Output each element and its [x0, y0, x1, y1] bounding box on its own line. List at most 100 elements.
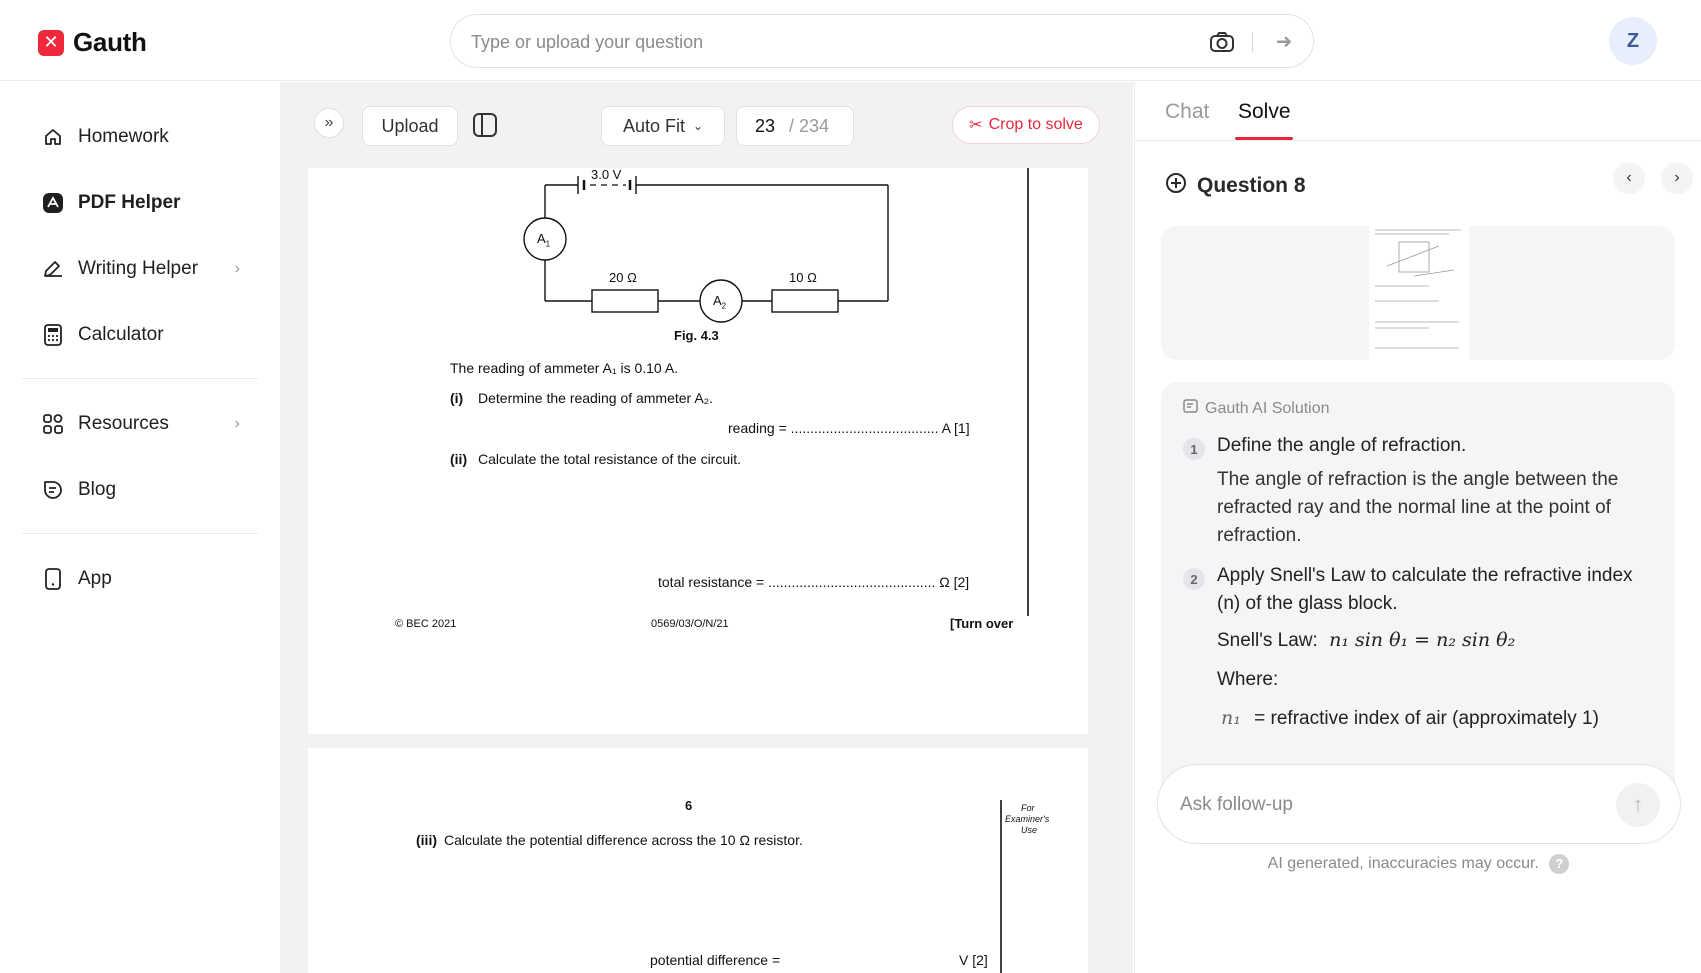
chevron-right-icon: ›: [234, 415, 240, 432]
examiner-label-1: For: [1021, 803, 1035, 813]
page-number-field[interactable]: 23 / 234: [736, 106, 854, 146]
crop-label: Crop to solve: [988, 116, 1083, 133]
voltage-label: 3.0 V: [591, 167, 622, 182]
question-ii-text: Calculate the total resistance of the ci…: [478, 451, 742, 467]
where-label: Where:: [1217, 669, 1279, 690]
step-number: 1: [1183, 438, 1205, 460]
prev-question-icon[interactable]: ‹: [1613, 162, 1645, 194]
step-title: Apply Snell's Law to calculate the refra…: [1217, 565, 1633, 614]
step-title: Define the angle of refraction.: [1217, 435, 1467, 456]
calculator-icon: [42, 324, 64, 346]
figure-label: Fig. 4.3: [674, 328, 719, 343]
question-thumbnail: [1369, 226, 1469, 360]
home-icon: [42, 126, 64, 148]
send-arrow-up-icon[interactable]: ↑: [1616, 783, 1660, 827]
ai-disclaimer: AI generated, inaccuracies may occur. ?: [1135, 854, 1701, 874]
scissors-icon: ✂: [969, 117, 983, 134]
chevron-right-icon: ›: [234, 260, 240, 277]
question-iii-number: (iii): [416, 832, 437, 848]
tab-solve[interactable]: Solve: [1238, 100, 1291, 142]
solution-header: Gauth AI Solution: [1183, 398, 1330, 419]
logo-text: Gauth: [73, 27, 147, 57]
solution-panel: Chat Solve Question 8 ‹ › Gauth AI Solut…: [1134, 82, 1701, 973]
resistor-10-label: 10 Ω: [789, 270, 817, 285]
blog-icon: [42, 479, 64, 501]
sidebar-item-label: PDF Helper: [78, 192, 181, 213]
ammeter-a1-sub: 1: [545, 239, 551, 249]
question-iii-text: Calculate the potential difference acros…: [444, 832, 803, 848]
page-number: 6: [685, 798, 693, 813]
page-total: / 234: [789, 115, 830, 136]
step-body: The angle of refraction is the angle bet…: [1217, 469, 1619, 546]
follow-up-box: ↑: [1157, 764, 1681, 844]
step-number: 2: [1183, 568, 1205, 590]
ammeter-a2-letter: A: [713, 293, 722, 308]
expand-sidebar-icon[interactable]: »: [314, 108, 344, 138]
upload-button[interactable]: Upload: [362, 106, 458, 146]
tabs-divider: [1135, 140, 1701, 141]
question-i-number: (i): [450, 390, 464, 406]
copyright: © BEC 2021: [395, 618, 457, 630]
user-avatar[interactable]: Z: [1609, 17, 1657, 65]
reading-answer-line: reading = ..............................…: [728, 420, 970, 436]
snells-law-prefix: Snell's Law:: [1217, 630, 1318, 651]
top-header: ✕ Gauth ➜ Z: [0, 0, 1701, 81]
question-ii-number: (ii): [450, 451, 468, 467]
sidebar-item-label: Homework: [78, 126, 169, 147]
sidebar-item-pdf-helper[interactable]: PDF Helper: [22, 180, 258, 226]
n1-definition: = refractive index of air (approximately…: [1254, 708, 1599, 729]
sidebar-item-label: Blog: [78, 479, 117, 500]
ammeter-a1-letter: A: [537, 231, 546, 246]
search-divider: [1252, 32, 1253, 52]
sidebar: Homework PDF Helper Writing Helper › Cal…: [0, 82, 280, 973]
tab-chat[interactable]: Chat: [1165, 100, 1209, 142]
ammeter-a2-sub: 2: [721, 301, 727, 311]
sidebar-item-writing-helper[interactable]: Writing Helper ›: [22, 246, 258, 292]
camera-icon[interactable]: [1209, 30, 1235, 54]
chevron-down-icon: ⌄: [692, 119, 704, 133]
snells-law: Snell's Law: n₁ sin θ₁ = n₂ sin θ₂: [1217, 626, 1647, 655]
ammeter-reading-statement: The reading of ammeter A₁ is 0.10 A.: [450, 360, 679, 376]
pdf-icon: [42, 192, 64, 214]
help-icon[interactable]: ?: [1549, 854, 1570, 874]
search-input[interactable]: [471, 27, 1171, 57]
snells-law-formula: n₁ sin θ₁ = n₂ sin θ₂: [1329, 629, 1516, 651]
question-i-text: Determine the reading of ammeter A₂.: [478, 390, 713, 406]
logo[interactable]: ✕ Gauth: [38, 27, 147, 58]
question-title: Question 8: [1165, 172, 1306, 200]
ammeter-a1-label: A1: [537, 231, 550, 249]
sidebar-divider: [22, 378, 258, 379]
resistance-answer-line: total resistance = .....................…: [658, 574, 970, 590]
question-thumbnail-card[interactable]: [1161, 226, 1675, 360]
sidebar-item-homework[interactable]: Homework: [22, 114, 258, 160]
ammeter-a2-label: A2: [713, 293, 726, 311]
phone-icon: [42, 568, 64, 590]
ai-solution-icon: [1183, 398, 1199, 419]
variable-definition: n₁ = refractive index of air (approximat…: [1217, 704, 1647, 733]
disclaimer-text: AI generated, inaccuracies may occur.: [1267, 855, 1539, 872]
question-title-text: Question 8: [1197, 174, 1306, 197]
pd-answer-line: potential difference =: [650, 952, 781, 968]
gauth-logo-icon: ✕: [38, 29, 64, 56]
submit-arrow-icon[interactable]: ➜: [1269, 27, 1299, 57]
sidebar-item-label: Resources: [78, 413, 169, 434]
n1-symbol: n₁: [1221, 707, 1241, 729]
pdf-page: 3.0 V A1 A2 20 Ω 10 Ω Fig. 4.3 The readi…: [308, 167, 1088, 734]
pen-icon: [42, 258, 64, 280]
fit-dropdown[interactable]: Auto Fit ⌄: [601, 106, 725, 146]
sidebar-item-label: Calculator: [78, 324, 164, 345]
sidebar-item-calculator[interactable]: Calculator: [22, 312, 258, 358]
sidebar-divider: [22, 533, 258, 534]
tab-solve-label: Solve: [1238, 100, 1291, 123]
sidebar-item-app[interactable]: App: [22, 556, 258, 602]
resistor-20-label: 20 Ω: [609, 270, 637, 285]
sidebar-item-resources[interactable]: Resources ›: [22, 401, 258, 447]
page-current[interactable]: 23: [755, 116, 775, 137]
follow-up-input[interactable]: [1180, 789, 1560, 821]
sidebar-item-blog[interactable]: Blog: [22, 467, 258, 513]
next-question-icon[interactable]: ›: [1661, 162, 1693, 194]
exam-code: 0569/03/O/N/21: [651, 618, 729, 630]
crop-to-solve-button[interactable]: ✂ Crop to solve: [952, 106, 1100, 144]
examiner-label-3: Use: [1021, 825, 1038, 835]
panel-toggle-icon[interactable]: [472, 112, 498, 143]
